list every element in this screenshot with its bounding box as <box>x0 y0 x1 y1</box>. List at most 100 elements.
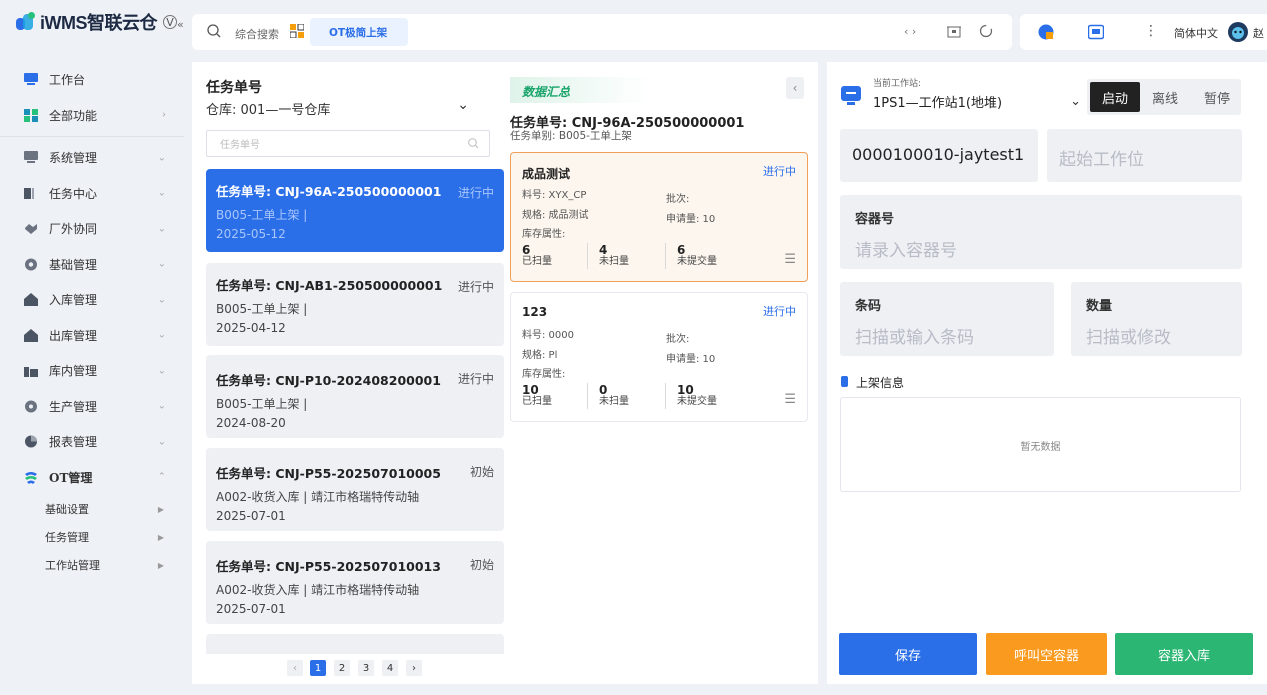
report-icon <box>24 435 38 448</box>
material-status: 进行中 <box>763 305 796 318</box>
unsubmitted-label: 未提交量 <box>677 256 717 267</box>
handshake-icon <box>24 222 38 235</box>
sidebar-menu: 工作台 全部功能 › 系统管理 ⌄ 任务中心 ⌄ 厂外协同 ⌄ 基础管理 ⌄ 入库管理 ⌄ … <box>0 62 184 579</box>
sidebar-item-external[interactable]: 厂外协同 ⌄ <box>0 211 184 247</box>
container-inbound-button[interactable]: 容器入库 <box>1115 633 1253 675</box>
material-card[interactable]: 成品测试 进行中 料号: XYX_CP 批次: 规格: 成品测试 申请量: 10… <box>510 152 808 282</box>
task-number: 任务单号: CNJ-AB1-250500000001 <box>216 278 443 293</box>
material-spec: 规格: 成品测试 <box>522 210 589 221</box>
task-card[interactable]: 任务单号: CNJ-P55-202507010005 初始 A002-收货入库 … <box>206 448 504 531</box>
sidebar-item-warehouse[interactable]: 库内管理 ⌄ <box>0 353 184 389</box>
sidebar-item-label: 生产管理 <box>49 399 98 414</box>
refresh-icon[interactable] <box>979 24 993 41</box>
search-icon[interactable] <box>207 24 221 41</box>
collapse-sidebar-button[interactable]: « <box>177 18 184 31</box>
sidebar-item-report[interactable]: 报表管理 ⌄ <box>0 424 184 460</box>
divider <box>587 383 588 409</box>
more-icon[interactable]: ⋮ <box>1144 23 1158 39</box>
task-type: A002-收货入库 | 靖江市格瑞特传动轴 <box>216 490 420 504</box>
shelf-info-title: 上架信息 <box>856 376 905 390</box>
sidebar-subitem-label: 基础设置 <box>45 503 89 516</box>
task-date: 2025-04-12 <box>216 321 286 335</box>
task-card[interactable]: 任务单号: CNJ-P55-202507010013 初始 A002-收货入库 … <box>206 541 504 624</box>
work-location-field[interactable]: 0000100010-jaytest1 <box>840 129 1038 182</box>
task-search-placeholder: 任务单号 <box>220 140 260 151</box>
sidebar-subitem-basic-settings[interactable]: 基础设置 ▶ <box>0 495 184 523</box>
caret-right-icon: ▶ <box>157 560 164 570</box>
task-number: 任务单号: CNJ-P55-202507010005 <box>216 466 441 481</box>
sidebar-item-task-center[interactable]: 任务中心 ⌄ <box>0 176 184 212</box>
workstation-icon <box>841 86 861 109</box>
task-number: 任务单号: CNJ-P55-202507010013 <box>216 559 441 574</box>
tab-ot-putaway[interactable]: OT极简上架 <box>310 18 408 46</box>
unsubmitted-qty: 6 未提交量 <box>677 244 717 267</box>
global-search-input[interactable]: 综合搜索 <box>235 26 279 42</box>
start-button-label: 启动 <box>1101 91 1128 107</box>
version-badge: V <box>163 15 177 29</box>
warehouse-select[interactable]: 仓库: 001—一号仓库 ⌄ <box>206 97 469 118</box>
tv-icon[interactable] <box>1087 24 1105 43</box>
collapse-summary-button[interactable]: ‹ <box>786 77 804 99</box>
shelf-info-table: 暂无数据 <box>840 397 1241 492</box>
unscanned-label: 未扫量 <box>599 256 629 267</box>
logo-text: iWMS智联云仓 <box>40 13 158 33</box>
start-position-field[interactable]: 起始工作位 <box>1047 129 1242 182</box>
status-toggle-group: 启动 离线 暂停 <box>1087 79 1241 115</box>
list-icon[interactable]: ☰ <box>784 252 796 267</box>
tab-scroll-icon[interactable]: ‹ › <box>904 25 916 38</box>
material-name: 成品测试 <box>522 167 571 181</box>
page-next-button[interactable]: › <box>406 660 422 676</box>
save-button[interactable]: 保存 <box>839 633 977 675</box>
divider <box>665 383 666 409</box>
page-prev-button[interactable]: ‹ <box>287 660 303 676</box>
logo-icon <box>16 12 38 32</box>
sidebar-item-production[interactable]: 生产管理 ⌄ <box>0 389 184 425</box>
list-icon[interactable]: ☰ <box>784 392 796 407</box>
quantity-field[interactable]: 数量 扫描或修改 <box>1071 282 1242 356</box>
warehouse-value: 仓库: 001—一号仓库 <box>206 103 331 118</box>
offline-button[interactable]: 离线 <box>1152 88 1178 107</box>
sidebar-item-workbench[interactable]: 工作台 <box>0 62 184 98</box>
notification-icon[interactable] <box>1038 24 1054 43</box>
task-card[interactable]: 任务单号: CNJ-96A-250500000001 进行中 B005-工单上架… <box>206 169 504 252</box>
quantity-placeholder: 扫描或修改 <box>1086 328 1171 348</box>
page-button[interactable]: 2 <box>334 660 350 676</box>
divider <box>665 243 666 269</box>
sidebar-item-inbound[interactable]: 入库管理 ⌄ <box>0 282 184 318</box>
avatar[interactable] <box>1228 22 1248 45</box>
page-button[interactable]: 3 <box>358 660 374 676</box>
start-button[interactable]: 启动 <box>1090 82 1140 112</box>
pause-button[interactable]: 暂停 <box>1204 88 1230 107</box>
container-number-field[interactable]: 容器号 请录入容器号 <box>840 195 1242 269</box>
page-button[interactable]: 4 <box>382 660 398 676</box>
quantity-label: 数量 <box>1086 299 1113 314</box>
page-button[interactable]: 1 <box>310 660 326 676</box>
material-status: 进行中 <box>763 165 796 178</box>
sidebar-item-outbound[interactable]: 出库管理 ⌄ <box>0 318 184 354</box>
task-search-input[interactable]: 任务单号 <box>206 130 490 157</box>
task-card[interactable]: 任务单号: CNJ-P10-202408200001 进行中 B005-工单上架… <box>206 355 504 438</box>
barcode-field[interactable]: 条码 扫描或输入条码 <box>840 282 1054 356</box>
sidebar-item-label: 基础管理 <box>49 257 98 272</box>
apps-grid-icon[interactable] <box>289 23 305 41</box>
station-select[interactable]: 1PS1—工作站1(地堆) ⌄ <box>873 92 1081 112</box>
call-empty-container-button[interactable]: 呼叫空容器 <box>986 633 1107 675</box>
sidebar-item-basic[interactable]: 基础管理 ⌄ <box>0 247 184 283</box>
scanned-value: 10 <box>522 383 539 397</box>
sidebar-item-ot[interactable]: OT管理 ⌃ <box>0 460 184 496</box>
task-card[interactable]: 任务单号: CNJ-AB1-250500000001 进行中 B005-工单上架… <box>206 263 504 346</box>
sidebar-subitem-station-management[interactable]: 工作站管理 ▶ <box>0 551 184 579</box>
tab-label: OT极简上架 <box>329 26 388 39</box>
chevron-down-icon: ⌄ <box>157 223 166 235</box>
material-card[interactable]: 123 进行中 料号: 0000 批次: 规格: Pl 申请量: 10 库存属性… <box>510 292 808 422</box>
task-list-title: 任务单号 <box>206 80 262 96</box>
summary-task-type: 任务单别: B005-工单上架 <box>510 130 632 142</box>
sidebar-subitem-task-management[interactable]: 任务管理 ▶ <box>0 523 184 551</box>
language-select[interactable]: 简体中文 <box>1174 25 1218 41</box>
sidebar-item-all-functions[interactable]: 全部功能 › <box>0 98 184 134</box>
task-card-partial[interactable] <box>206 634 504 654</box>
sidebar-item-system[interactable]: 系统管理 ⌄ <box>0 140 184 176</box>
search-icon <box>468 138 479 152</box>
app-logo[interactable]: iWMS智联云仓 V <box>16 10 177 34</box>
home-icon[interactable] <box>947 24 961 41</box>
